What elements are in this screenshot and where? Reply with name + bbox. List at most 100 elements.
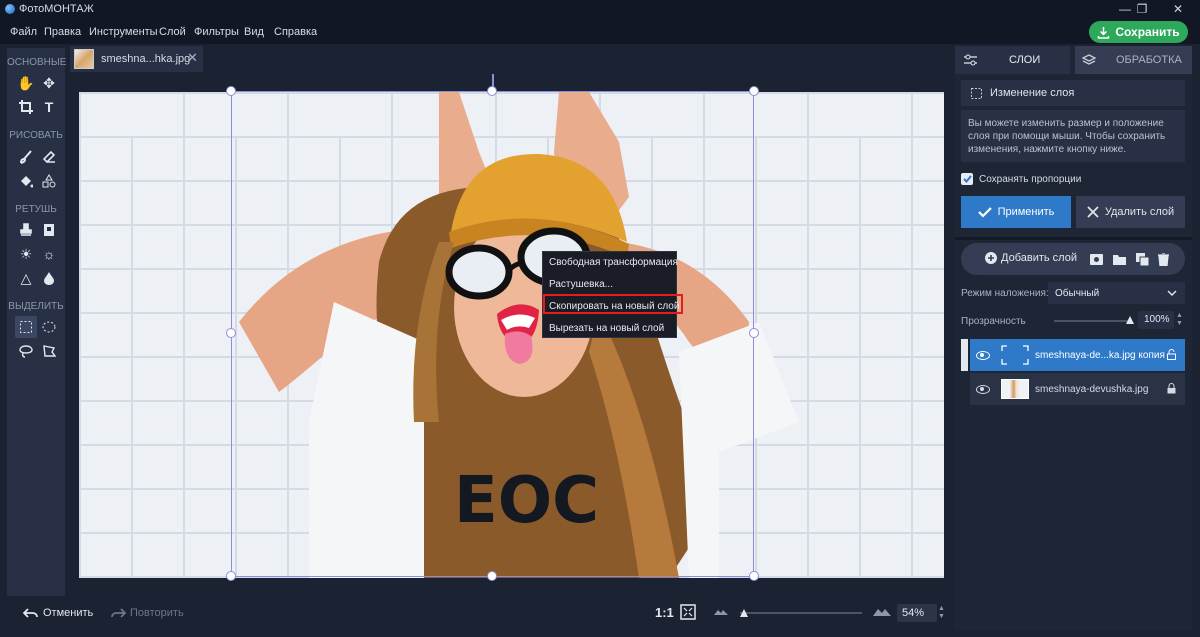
resize-handle-top[interactable] bbox=[487, 86, 497, 96]
menu-file[interactable]: Файл bbox=[10, 26, 37, 38]
shapes-icon[interactable] bbox=[38, 170, 60, 192]
dimmer-icon[interactable]: ☼ bbox=[38, 243, 60, 265]
plus-circle-icon bbox=[985, 252, 997, 264]
tool-panel: ОСНОВНЫЕ ✋ ✥ T РИСОВАТЬ РЕТУШЬ ☀ ☼ △ ВЫД… bbox=[7, 48, 66, 596]
document-tab[interactable]: smeshna...hka.jpg bbox=[70, 46, 203, 72]
close-icon[interactable]: ✕ bbox=[1170, 1, 1186, 17]
opacity-input[interactable]: 100% bbox=[1138, 311, 1174, 329]
menu-help[interactable]: Справка bbox=[274, 26, 317, 38]
redo-button[interactable]: Повторить bbox=[110, 607, 184, 619]
fill-bucket-icon[interactable] bbox=[15, 170, 37, 192]
blend-mode-value: Обычный bbox=[1055, 287, 1100, 299]
app-logo-icon bbox=[5, 4, 15, 14]
right-panel: СЛОИ ОБРАБОТКА Изменение слоя Вы можете … bbox=[955, 46, 1192, 630]
menu-filters[interactable]: Фильтры bbox=[194, 26, 239, 38]
layer-item-copy[interactable]: smeshnaya-de...ka.jpg копия bbox=[970, 339, 1185, 371]
title-bar: ФотоМОНТАЖ — ❐ ✕ bbox=[0, 0, 1200, 18]
undo-button[interactable]: Отменить bbox=[23, 607, 93, 619]
opacity-label: Прозрачность bbox=[961, 316, 1026, 327]
tab-layers[interactable]: СЛОИ bbox=[955, 46, 1070, 74]
text-icon[interactable]: T bbox=[38, 96, 60, 118]
resize-handle-left[interactable] bbox=[226, 328, 236, 338]
menu-view[interactable]: Вид bbox=[244, 26, 264, 38]
brush-icon[interactable] bbox=[15, 146, 37, 168]
visibility-eye-icon[interactable] bbox=[976, 384, 990, 394]
undo-icon bbox=[23, 607, 38, 618]
empty-layer-thumbnail-icon bbox=[1001, 345, 1029, 365]
zoom-out-icon[interactable] bbox=[714, 606, 728, 616]
zoom-slider-track[interactable] bbox=[740, 612, 862, 614]
selection-box-icon bbox=[971, 87, 982, 99]
download-icon bbox=[1098, 26, 1110, 39]
trash-icon[interactable] bbox=[1158, 252, 1169, 269]
delete-layer-button[interactable]: Удалить слой bbox=[1076, 196, 1185, 228]
apply-label: Применить bbox=[997, 206, 1055, 218]
checkbox-checked-icon[interactable] bbox=[961, 173, 973, 185]
resize-handle-bottom[interactable] bbox=[487, 571, 497, 581]
resize-handle-right[interactable] bbox=[749, 328, 759, 338]
lasso-icon[interactable] bbox=[15, 340, 37, 362]
hand-icon[interactable]: ✋ bbox=[15, 72, 37, 94]
ellipse-select-icon[interactable] bbox=[38, 316, 60, 338]
panel-divider bbox=[955, 237, 1192, 240]
menu-item-cut-to-new-layer[interactable]: Вырезать на новый слой bbox=[549, 323, 664, 334]
resize-handle-bottom-right[interactable] bbox=[749, 571, 759, 581]
brightness-icon[interactable]: ☀ bbox=[15, 243, 37, 265]
resize-handle-bottom-left[interactable] bbox=[226, 571, 236, 581]
visibility-eye-icon[interactable] bbox=[976, 350, 990, 360]
checkmark-icon bbox=[977, 206, 992, 218]
layer-item-original[interactable]: smeshnaya-devushka.jpg bbox=[970, 373, 1185, 405]
info-text: Вы можете изменить размер и положение сл… bbox=[961, 110, 1185, 162]
sharpen-icon[interactable]: △ bbox=[15, 267, 37, 289]
sliders-icon bbox=[964, 54, 977, 66]
blend-mode-select[interactable]: Обычный bbox=[1048, 282, 1185, 304]
opacity-stepper-icon[interactable]: ▲ ▼ bbox=[1176, 312, 1183, 328]
eraser-icon[interactable] bbox=[38, 146, 60, 168]
lock-icon[interactable] bbox=[1167, 383, 1176, 394]
menu-item-feather[interactable]: Растушевка... bbox=[549, 279, 613, 290]
keep-proportions-option[interactable]: Сохранять пропорции bbox=[961, 173, 1081, 185]
highlight-frame bbox=[543, 294, 683, 314]
opacity-slider-track[interactable] bbox=[1054, 320, 1132, 322]
stamp-icon[interactable] bbox=[15, 219, 37, 241]
rect-select-icon[interactable] bbox=[15, 316, 37, 338]
layer-change-title: Изменение слоя bbox=[990, 87, 1075, 99]
tab-layers-label: СЛОИ bbox=[1009, 54, 1041, 66]
layer-actions-bar: Добавить слой bbox=[961, 243, 1185, 275]
zoom-in-icon[interactable] bbox=[873, 605, 891, 617]
menu-edit[interactable]: Правка bbox=[44, 26, 81, 38]
zoom-input[interactable]: 54% bbox=[897, 604, 937, 622]
zoom-stepper-icon[interactable]: ▲ ▼ bbox=[938, 605, 945, 621]
blur-drop-icon[interactable] bbox=[38, 267, 60, 289]
folder-icon[interactable] bbox=[1113, 254, 1126, 268]
resize-handle-top-right[interactable] bbox=[749, 86, 759, 96]
close-tab-icon[interactable]: ✕ bbox=[187, 50, 198, 66]
layer-active-marker bbox=[961, 339, 968, 371]
patch-icon[interactable] bbox=[38, 219, 60, 241]
move-icon[interactable]: ✥ bbox=[38, 72, 60, 94]
fit-screen-icon[interactable] bbox=[680, 604, 696, 620]
apply-button[interactable]: Применить bbox=[961, 196, 1071, 228]
menu-layer[interactable]: Слой bbox=[159, 26, 186, 38]
layer-name: smeshnaya-de...ka.jpg копия bbox=[1035, 349, 1165, 361]
crop-icon[interactable] bbox=[15, 96, 37, 118]
tab-processing[interactable]: ОБРАБОТКА bbox=[1075, 46, 1192, 74]
menu-tools[interactable]: Инструменты bbox=[89, 26, 158, 38]
add-layer-label: Добавить слой bbox=[1001, 252, 1077, 264]
menu-item-free-transform[interactable]: Свободная трансформация bbox=[549, 257, 678, 268]
resize-handle-top-left[interactable] bbox=[226, 86, 236, 96]
restore-icon[interactable]: ❐ bbox=[1134, 1, 1150, 17]
save-button[interactable]: Сохранить bbox=[1089, 21, 1188, 43]
minimize-icon[interactable]: — bbox=[1117, 1, 1133, 17]
add-mask-icon[interactable] bbox=[1090, 254, 1103, 268]
section-select: ВЫДЕЛИТЬ bbox=[8, 301, 64, 312]
document-thumbnail bbox=[74, 49, 94, 69]
duplicate-icon[interactable] bbox=[1136, 253, 1150, 269]
add-layer-button[interactable]: Добавить слой bbox=[985, 252, 1077, 264]
app-title: ФотоМОНТАЖ bbox=[19, 3, 94, 15]
polygon-lasso-icon[interactable] bbox=[38, 340, 60, 362]
keep-proportions-label: Сохранять пропорции bbox=[979, 173, 1082, 185]
actual-size-button[interactable]: 1:1 bbox=[655, 605, 674, 620]
unlock-icon[interactable] bbox=[1167, 349, 1176, 360]
layer-change-header: Изменение слоя bbox=[961, 80, 1185, 106]
